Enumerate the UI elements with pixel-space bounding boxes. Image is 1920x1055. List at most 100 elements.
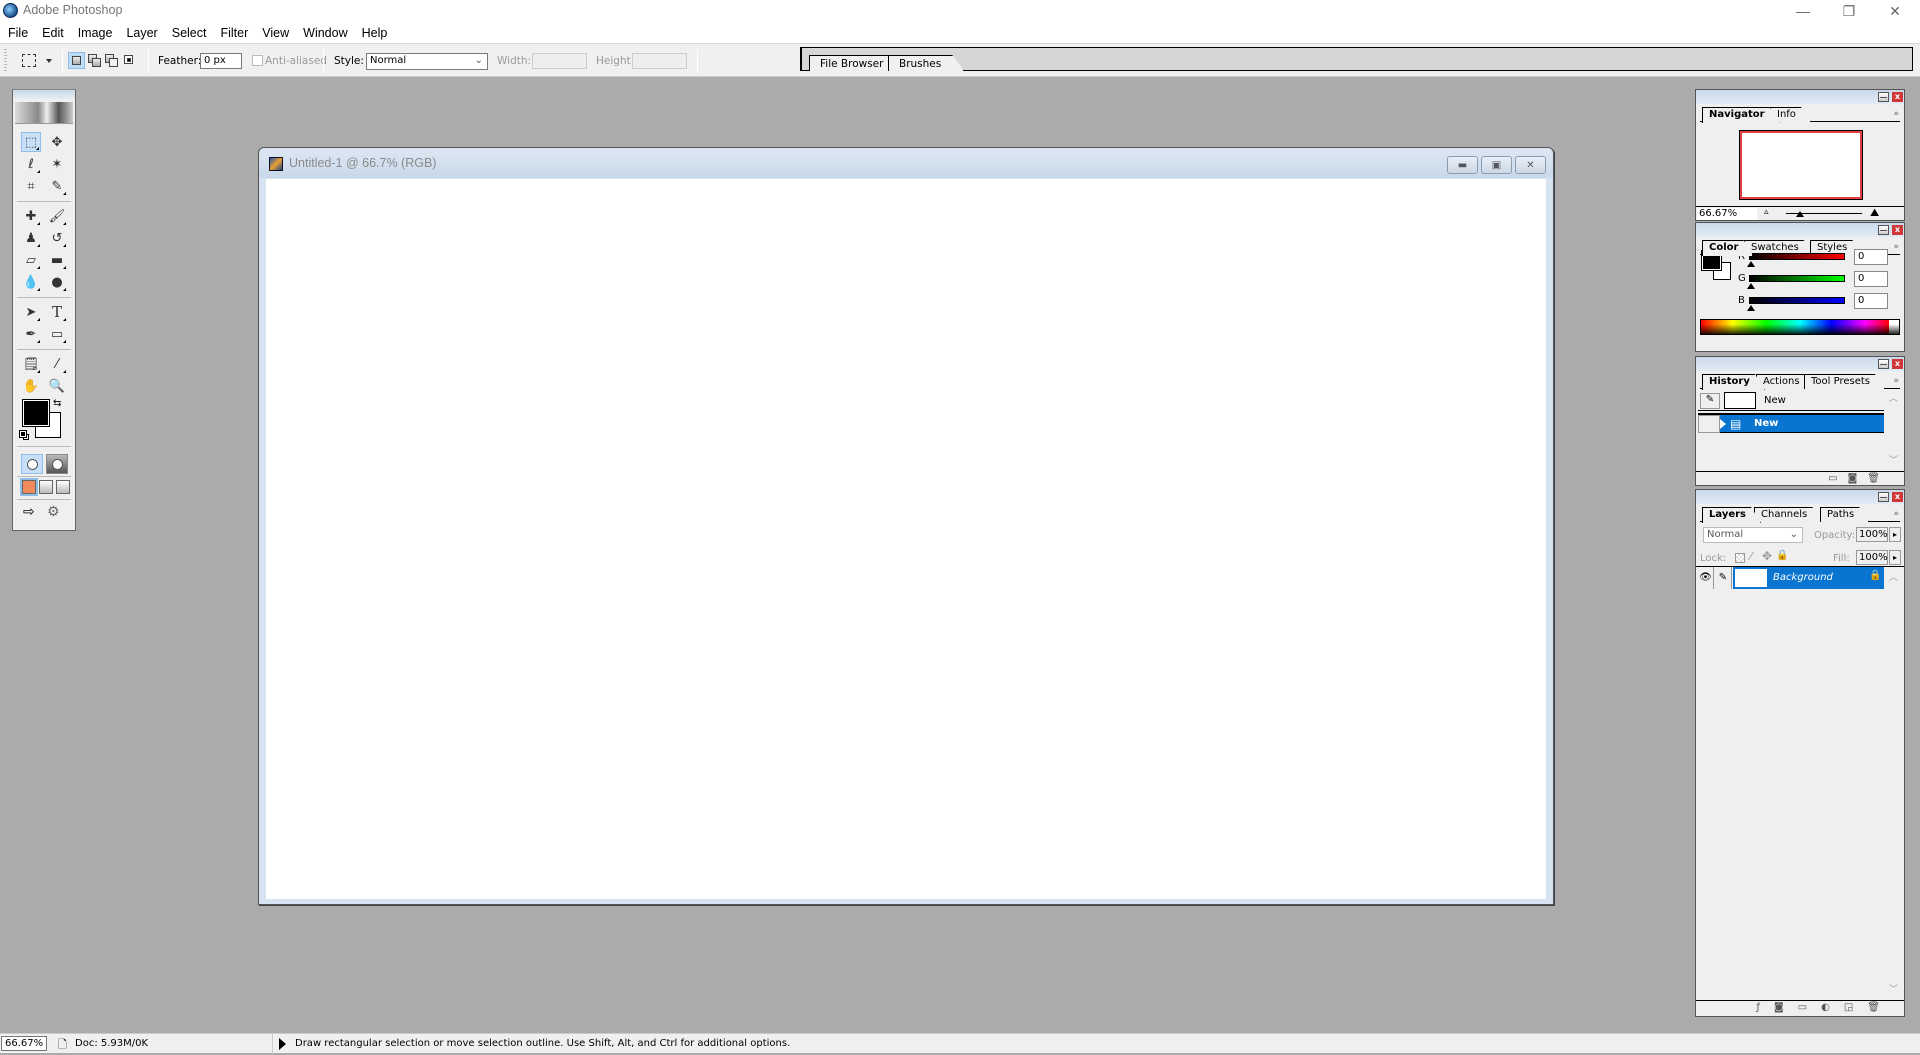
tab-tool-presets[interactable]: Tool Presets <box>1804 374 1885 389</box>
panel-close-button[interactable]: x <box>1892 492 1903 502</box>
tab-paths[interactable]: Paths <box>1820 507 1869 522</box>
scroll-down-icon[interactable]: ﹀ <box>1889 453 1898 466</box>
healing-brush-tool[interactable]: ✚ <box>21 206 41 226</box>
crop-tool[interactable]: ⌗ <box>21 176 41 196</box>
navigator-zoom-input[interactable]: 66.67% <box>1697 208 1757 220</box>
color-spectrum-ramp[interactable] <box>1700 319 1900 335</box>
zoom-in-icon[interactable]: ⛰ <box>1870 206 1879 220</box>
eye-icon[interactable]: 👁 <box>1698 567 1714 589</box>
type-tool[interactable]: T <box>47 302 67 322</box>
new-snapshot-icon[interactable]: ◙ <box>1848 473 1858 484</box>
gradient-tool[interactable]: ▬ <box>47 250 67 270</box>
blue-value-input[interactable]: 0 <box>1854 293 1888 309</box>
red-value-input[interactable]: 0 <box>1854 249 1888 265</box>
document-title-bar[interactable]: Untitled-1 @ 66.7% (RGB) ▬ ▣ ✕ <box>259 148 1553 178</box>
subtract-from-selection-button[interactable] <box>103 52 120 69</box>
new-layer-set-icon[interactable]: ▭ <box>1798 1002 1807 1013</box>
panel-menu-icon[interactable]: » <box>1893 242 1899 252</box>
pen-tool[interactable]: ✒ <box>21 324 41 344</box>
trash-icon[interactable]: 🗑 <box>1867 473 1880 484</box>
blur-tool[interactable]: 💧 <box>21 272 41 292</box>
dodge-tool[interactable]: ● <box>47 272 67 292</box>
swap-colors-icon[interactable]: ⇆ <box>53 398 61 409</box>
green-slider[interactable] <box>1749 275 1845 282</box>
eyedropper-tool[interactable]: ⁄ <box>47 354 67 374</box>
brush-link-icon[interactable]: ✎ <box>1715 567 1732 589</box>
tab-navigator[interactable]: Navigator <box>1702 107 1780 123</box>
foreground-color-swatch[interactable] <box>22 399 50 427</box>
minimize-window-button[interactable]: — <box>1780 0 1826 22</box>
document-minimize-button[interactable]: ▬ <box>1447 156 1478 174</box>
panel-menu-icon[interactable]: » <box>1893 109 1899 119</box>
path-selection-tool[interactable]: ➤ <box>21 302 41 322</box>
panel-title-bar[interactable] <box>1696 490 1904 504</box>
panel-minimize-button[interactable] <box>1878 492 1889 502</box>
menu-select[interactable]: Select <box>172 26 207 40</box>
menu-edit[interactable]: Edit <box>42 26 64 40</box>
tab-layers[interactable]: Layers <box>1702 507 1761 523</box>
tab-channels[interactable]: Channels <box>1754 507 1822 522</box>
new-layer-icon[interactable]: ◲ <box>1844 1002 1853 1013</box>
panel-minimize-button[interactable] <box>1878 225 1889 235</box>
intersect-selection-button[interactable] <box>121 52 138 69</box>
green-slider-thumb[interactable] <box>1747 283 1755 289</box>
magic-wand-tool[interactable]: ✶ <box>47 154 67 174</box>
menu-help[interactable]: Help <box>362 26 388 40</box>
blend-mode-select[interactable]: Normal ⌄ <box>1703 527 1803 543</box>
new-document-from-state-icon[interactable]: ▭ <box>1828 473 1837 484</box>
document-close-button[interactable]: ✕ <box>1515 156 1546 174</box>
menu-file[interactable]: File <box>8 26 28 40</box>
options-bar-grip[interactable] <box>4 49 7 73</box>
feather-input[interactable]: 0 px <box>200 53 242 69</box>
green-value-input[interactable]: 0 <box>1854 271 1888 287</box>
zoom-slider-thumb[interactable] <box>1796 211 1804 217</box>
hand-tool[interactable]: ✋ <box>21 376 41 396</box>
history-brush-tool[interactable]: ↺ <box>47 228 67 248</box>
add-to-selection-button[interactable] <box>86 52 103 69</box>
menu-layer[interactable]: Layer <box>126 26 157 40</box>
jump-to-imageready-icon[interactable]: ⇨ <box>23 504 45 522</box>
tab-history[interactable]: History <box>1702 374 1765 390</box>
lock-position-icon[interactable]: ✥ <box>1762 549 1772 563</box>
clone-stamp-tool[interactable]: ♟ <box>21 228 41 248</box>
height-input[interactable] <box>632 53 687 69</box>
blue-slider[interactable] <box>1749 297 1845 304</box>
notes-tool[interactable]: 🗒 <box>21 354 41 374</box>
slice-tool[interactable]: ✎ <box>47 176 67 196</box>
opacity-slider-arrow[interactable]: ▸ <box>1889 527 1901 542</box>
layer-name[interactable]: Background <box>1773 572 1833 583</box>
scroll-up-icon[interactable]: ︿ <box>1889 570 1898 583</box>
history-brush-source-box[interactable] <box>1698 415 1720 433</box>
document-info-icon[interactable]: 🗋 <box>58 1036 67 1055</box>
standard-mode-button[interactable] <box>21 454 43 474</box>
standard-screen-mode-button[interactable] <box>20 478 38 496</box>
full-screen-mode-button[interactable] <box>56 480 70 494</box>
zoom-tool[interactable]: 🔍 <box>47 376 67 396</box>
tool-preset-dropdown-arrow[interactable] <box>46 59 52 63</box>
navigator-thumbnail[interactable] <box>1739 130 1863 200</box>
opacity-input[interactable]: 100% <box>1856 527 1888 542</box>
scroll-up-icon[interactable]: ︿ <box>1889 391 1898 404</box>
adjustment-layer-icon[interactable]: ◐ <box>1821 1002 1830 1013</box>
rectangular-marquee-icon[interactable] <box>22 54 36 67</box>
restore-window-button[interactable]: ❐ <box>1826 0 1872 22</box>
blue-slider-thumb[interactable] <box>1747 305 1755 311</box>
red-slider[interactable] <box>1749 253 1845 260</box>
panel-title-bar[interactable] <box>1696 90 1904 104</box>
panel-menu-icon[interactable]: » <box>1893 509 1899 519</box>
document-maximize-button[interactable]: ▣ <box>1481 156 1512 174</box>
zoom-out-icon[interactable]: ▵ <box>1764 207 1769 217</box>
eraser-tool[interactable]: ▱ <box>21 250 41 270</box>
panel-title-bar[interactable] <box>1696 357 1904 371</box>
menu-filter[interactable]: Filter <box>220 26 248 40</box>
new-selection-button[interactable] <box>68 52 85 69</box>
status-menu-arrow-icon[interactable] <box>279 1038 286 1050</box>
menu-image[interactable]: Image <box>78 26 113 40</box>
lock-transparency-icon[interactable] <box>1735 553 1745 563</box>
rectangular-marquee-tool[interactable]: ⬚ <box>21 132 41 152</box>
layer-row[interactable]: 👁 ✎ Background 🔒 <box>1698 567 1884 589</box>
panel-close-button[interactable]: x <box>1892 225 1903 235</box>
well-tab-brushes[interactable]: Brushes <box>888 55 964 71</box>
trash-icon[interactable]: 🗑 <box>1867 1002 1880 1013</box>
history-state-row[interactable]: ▤ New <box>1698 413 1884 433</box>
